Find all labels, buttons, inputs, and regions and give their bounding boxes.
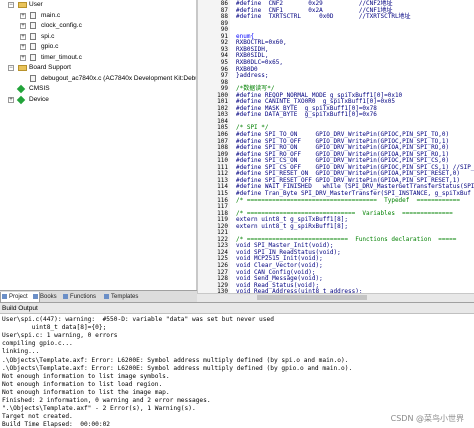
tree-item[interactable]: + timer_timout.c <box>0 53 196 63</box>
output-line: Build Time Elapsed: 00:00:02 <box>2 421 111 428</box>
scrollbar-thumb[interactable] <box>257 295 367 300</box>
expand-icon[interactable]: + <box>20 54 26 61</box>
tree-item[interactable]: debugout_ac7840x.c (AC7840x Development … <box>0 74 196 84</box>
tab-functions[interactable]: Functions <box>62 292 108 302</box>
functions-tab-icon <box>63 294 68 299</box>
tree-item[interactable]: + spi.c <box>0 32 196 42</box>
expand-icon[interactable]: + <box>20 44 26 50</box>
tab-templates[interactable]: Templates <box>103 292 151 302</box>
component-icon <box>16 84 26 94</box>
file-icon <box>30 11 36 19</box>
tree-item-label: spi.c <box>41 32 55 40</box>
tree-item-label: debugout_ac7840x.c (AC7840x Development … <box>41 74 197 82</box>
expand-icon[interactable]: + <box>8 96 14 103</box>
tree-item-label: Board Support <box>29 64 71 71</box>
collapse-icon[interactable]: − <box>8 2 14 8</box>
collapse-icon[interactable]: − <box>8 65 14 71</box>
file-icon <box>30 53 36 61</box>
tree-item[interactable]: + clock_config.c <box>0 21 196 31</box>
file-icon <box>30 43 36 50</box>
tree-item-label: clock_config.c <box>41 22 82 29</box>
build-output-header: Build Output <box>0 302 474 314</box>
tab-books[interactable]: Books <box>32 292 66 302</box>
tree-item-label: main.c <box>41 11 61 19</box>
templates-tab-icon <box>104 294 109 299</box>
tab-label: Functions <box>70 294 97 300</box>
expand-icon[interactable]: + <box>20 12 26 19</box>
build-output-panel[interactable]: User\spi.c(447): warning: #550-D: variab… <box>0 314 474 428</box>
folder-icon <box>18 65 27 71</box>
tab-label: Templates <box>111 294 139 300</box>
tree-item[interactable]: − User <box>0 0 196 10</box>
tree-item-label: timer_timout.c <box>41 53 82 61</box>
tree-item[interactable]: CMSIS <box>0 84 196 94</box>
tree-item-label: Device <box>29 95 49 103</box>
tree-item-label: User <box>29 1 43 8</box>
folder-icon <box>18 2 27 8</box>
file-icon <box>30 74 36 82</box>
component-icon <box>16 95 26 104</box>
tab-label: Project <box>9 294 28 300</box>
code-editor[interactable]: 86 #define CNF2 0x29 //CNF2地址 87 #define CN… <box>197 0 474 293</box>
tree-item[interactable]: + main.c <box>0 11 196 21</box>
project-panel: − User + main.c + clock_config.c + spi.c + gpio.c… <box>0 0 197 290</box>
file-icon <box>30 22 36 29</box>
tree-item[interactable]: − Board Support <box>0 63 196 73</box>
project-tab-icon <box>2 294 7 299</box>
books-tab-icon <box>33 294 38 299</box>
expand-icon[interactable]: + <box>20 33 26 40</box>
expand-icon[interactable]: + <box>20 23 26 29</box>
horizontal-scrollbar[interactable] <box>197 293 474 302</box>
tree-item-label: gpio.c <box>41 43 59 50</box>
tree-item[interactable]: + Device <box>0 95 196 105</box>
file-icon <box>30 32 36 40</box>
tab-label: Books <box>40 294 57 300</box>
tree-item-label: CMSIS <box>29 85 50 92</box>
watermark: CSDN @菜鸟小世界 <box>390 414 464 423</box>
tree-item[interactable]: + gpio.c <box>0 42 196 52</box>
